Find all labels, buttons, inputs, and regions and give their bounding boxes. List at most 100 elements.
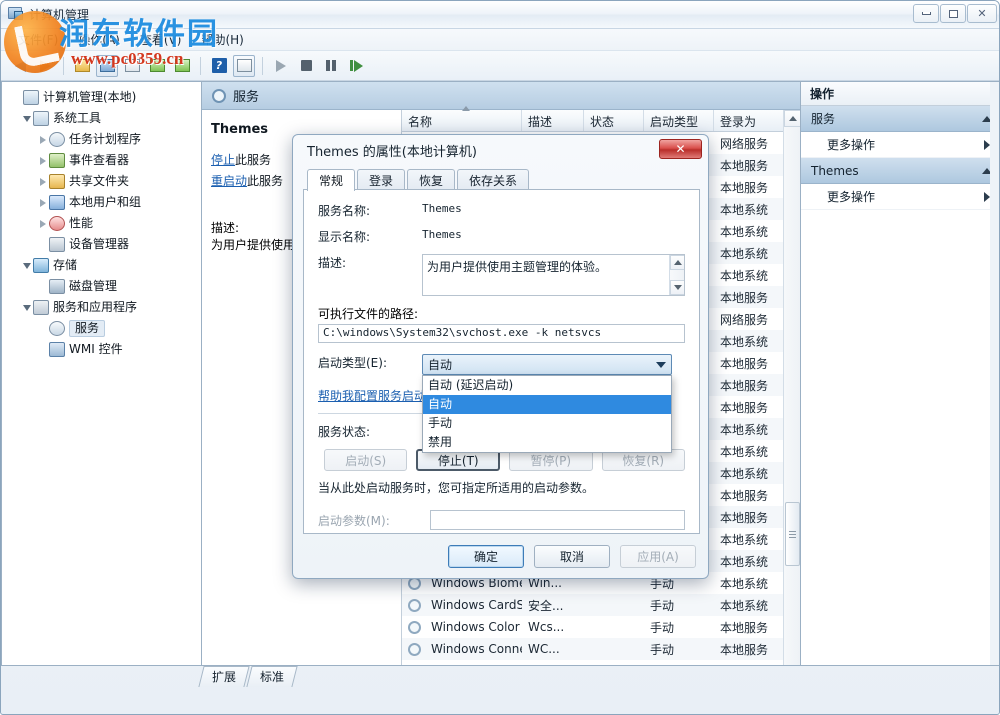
sidebar-item-system-tools[interactable]: 系统工具	[2, 108, 201, 129]
stop-service-icon[interactable]	[295, 55, 317, 77]
back-icon[interactable]	[9, 55, 31, 77]
show-tree-icon[interactable]	[96, 55, 118, 77]
services-list-scrollbar[interactable]	[783, 110, 800, 666]
column-header-status[interactable]: 状态	[584, 110, 644, 131]
cancel-button[interactable]: 取消	[534, 545, 610, 568]
tab-general[interactable]: 常规	[307, 169, 355, 191]
tab-recovery[interactable]: 恢复	[407, 169, 455, 191]
sidebar-item-storage[interactable]: 存储	[2, 255, 201, 276]
tree-expander-open-icon[interactable]	[20, 112, 33, 125]
column-header-log-on-as[interactable]: 登录为	[714, 110, 790, 131]
tab-log-on[interactable]: 登录	[357, 169, 405, 191]
wmi-icon	[49, 342, 65, 357]
menu-item-help[interactable]: 帮助(H)	[192, 29, 252, 50]
tree-expander	[10, 91, 23, 104]
start-service-icon[interactable]	[270, 55, 292, 77]
computer-icon	[23, 90, 39, 105]
startup-option-disabled[interactable]: 禁用	[423, 433, 671, 452]
sidebar-item-performance[interactable]: 性能	[2, 213, 201, 234]
cell-log-on-as: 本地服务	[714, 487, 790, 504]
forward-icon[interactable]	[34, 55, 56, 77]
pause-service-icon[interactable]	[320, 55, 342, 77]
cell-log-on-as: 本地服务	[714, 157, 790, 174]
tree-expander	[36, 343, 49, 356]
scroll-down-button[interactable]	[670, 280, 685, 295]
tab-standard[interactable]: 标准	[246, 666, 297, 687]
dialog-close-button[interactable]: ✕	[659, 139, 702, 159]
tab-dependencies[interactable]: 依存关系	[457, 169, 529, 191]
cell-log-on-as: 本地系统	[714, 575, 790, 592]
menu-item-action[interactable]: 操作(A)	[69, 29, 129, 50]
clock-icon	[49, 132, 65, 147]
sidebar-item-disk-management[interactable]: 磁盘管理	[2, 276, 201, 297]
column-header-description[interactable]: 描述	[522, 110, 584, 131]
close-button[interactable]: ✕	[967, 4, 997, 23]
service-properties-dialog: Themes 的属性(本地计算机) ✕ 常规 登录 恢复 依存关系 服务名称: …	[292, 134, 709, 579]
menu-item-file[interactable]: 文件(F)	[9, 29, 67, 50]
sidebar-item-task-scheduler[interactable]: 任务计划程序	[2, 129, 201, 150]
start-parameters-input[interactable]	[430, 510, 685, 530]
tree-expander-closed-icon[interactable]	[36, 133, 49, 146]
column-header-startup-type[interactable]: 启动类型	[644, 110, 714, 131]
sidebar-item-event-viewer[interactable]: 事件查看器	[2, 150, 201, 171]
startup-option-manual[interactable]: 手动	[423, 414, 671, 433]
startup-type-select[interactable]: 自动	[422, 354, 672, 375]
table-row[interactable]: Windows Color ...Wcs...手动本地服务	[402, 616, 800, 638]
description-textarea[interactable]: 为用户提供使用主题管理的体验。	[422, 254, 685, 296]
export-list-icon[interactable]	[171, 55, 193, 77]
sidebar-item-services[interactable]: 服务	[2, 318, 201, 339]
action-more-actions-services[interactable]: 更多操作	[801, 132, 1000, 158]
startup-option-automatic-delayed[interactable]: 自动 (延迟启动)	[423, 376, 671, 395]
performance-icon	[49, 216, 65, 231]
action-more-actions-themes[interactable]: 更多操作	[801, 184, 1000, 210]
actions-pane-header: 操作	[801, 82, 1000, 106]
properties-icon[interactable]	[121, 55, 143, 77]
up-folder-icon[interactable]	[71, 55, 93, 77]
tree-expander-closed-icon[interactable]	[36, 217, 49, 230]
tree-root[interactable]: 计算机管理(本地)	[2, 87, 201, 108]
sidebar-item-device-manager[interactable]: 设备管理器	[2, 234, 201, 255]
ok-button[interactable]: 确定	[448, 545, 524, 568]
scroll-up-button[interactable]	[670, 255, 685, 270]
sidebar-item-services-and-applications[interactable]: 服务和应用程序	[2, 297, 201, 318]
sidebar-item-shared-folders[interactable]: 共享文件夹	[2, 171, 201, 192]
window-titlebar: 计算机管理 ✕	[1, 1, 1000, 29]
table-row[interactable]: Windows Conne...WC...手动本地服务	[402, 638, 800, 660]
tree-expander-closed-icon[interactable]	[36, 154, 49, 167]
tree-expander-closed-icon[interactable]	[36, 175, 49, 188]
maximize-button[interactable]	[940, 4, 966, 23]
chevron-down-icon[interactable]	[656, 362, 666, 368]
executable-path-value[interactable]: C:\windows\System32\svchost.exe -k netsv…	[318, 324, 685, 343]
show-hide-console-tree-icon[interactable]	[233, 55, 255, 77]
restart-service-icon[interactable]	[345, 55, 367, 77]
tree-expander-open-icon[interactable]	[20, 259, 33, 272]
tab-label: 标准	[260, 668, 284, 685]
actions-group-themes[interactable]: Themes	[801, 158, 1000, 184]
scroll-up-button[interactable]	[784, 110, 801, 127]
cell-startup-type: 手动	[644, 619, 714, 636]
tab-extended[interactable]: 扩展	[198, 666, 249, 687]
service-gear-icon	[212, 89, 226, 103]
column-header-name[interactable]: 名称	[402, 110, 522, 131]
minimize-button[interactable]	[913, 4, 939, 23]
tree-expander-open-icon[interactable]	[20, 301, 33, 314]
description-scrollbar[interactable]	[669, 255, 684, 295]
actions-group-services[interactable]: 服务	[801, 106, 1000, 132]
window-controls: ✕	[913, 4, 997, 23]
services-apps-icon	[33, 300, 49, 315]
services-pane-header: 服务	[202, 82, 800, 110]
help-icon[interactable]: ?	[208, 55, 230, 77]
scrollbar-thumb[interactable]	[785, 502, 800, 566]
sidebar-item-label: 系统工具	[53, 111, 101, 126]
startup-option-automatic[interactable]: 自动	[423, 395, 671, 414]
storage-icon	[33, 258, 49, 273]
tree-expander-closed-icon[interactable]	[36, 196, 49, 209]
menu-item-view[interactable]: 查看(V)	[131, 29, 191, 50]
service-status-label: 服务状态:	[318, 423, 422, 440]
sidebar-item-wmi-control[interactable]: WMI 控件	[2, 339, 201, 360]
table-row[interactable]: Windows CardS...安全...手动本地系统	[402, 594, 800, 616]
sidebar-item-local-users-groups[interactable]: 本地用户和组	[2, 192, 201, 213]
startup-type-dropdown[interactable]: 自动 (延迟启动) 自动 手动 禁用	[422, 375, 672, 453]
actions-pane-scrollbar[interactable]	[990, 82, 1000, 665]
refresh-icon[interactable]	[146, 55, 168, 77]
